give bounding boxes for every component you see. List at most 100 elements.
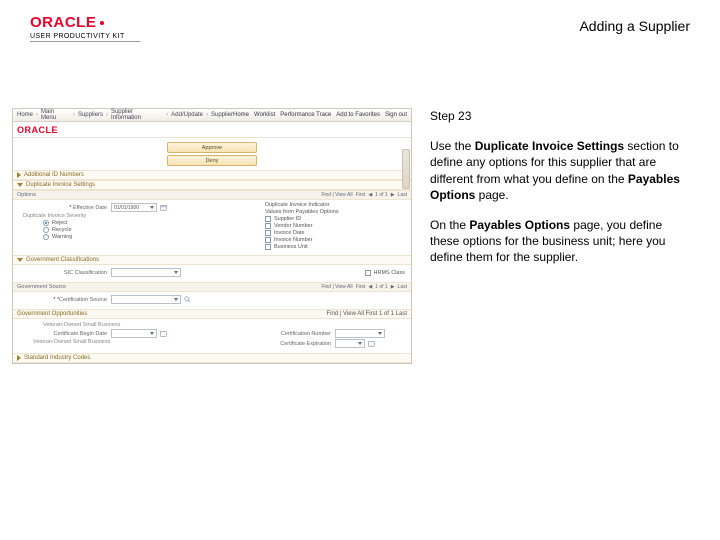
checkbox-icon [265,216,271,222]
oracle-dot-icon [100,21,104,25]
nav-next-icon[interactable]: ▶ [391,284,395,290]
veteran-label-2: Veteran-Owned Small Business [23,339,247,345]
dup-opt-supplier-id[interactable]: Supplier ID [265,216,405,222]
sic-class-select[interactable] [111,268,181,277]
crumb[interactable]: Suppliers [78,112,103,118]
menu-home[interactable]: Home [233,112,249,118]
nav-first[interactable]: First [356,284,366,290]
nav-first[interactable]: First [356,192,366,198]
section-label: Government Classifications [26,257,99,263]
page-title: Adding a Supplier [579,18,690,34]
crumb[interactable]: Supplier [211,112,233,118]
embedded-app: Home› Main Menu› Suppliers› Supplier Inf… [12,108,412,364]
section-label: Standard Industry Codes [24,355,90,361]
lookup-icon[interactable] [184,296,191,303]
logo-block: ORACLE USER PRODUCTIVITY KIT [30,14,140,42]
checkbox-icon [265,230,271,236]
chevron-down-icon [17,258,23,262]
calendar-icon[interactable] [160,204,167,211]
section-gov-oppo[interactable]: Government Opportunities Find | View All… [13,309,411,319]
nav-next-icon[interactable]: ▶ [391,192,395,198]
hrms-class-check[interactable]: HRMS Class [365,270,405,276]
section-duplicate-invoice[interactable]: Duplicate Invoice Settings [13,180,411,190]
divider [30,41,140,42]
section-label: Duplicate Invoice Settings [26,182,95,188]
menu-trace[interactable]: Performance Trace [280,112,331,118]
checkbox-icon [265,237,271,243]
checkbox-icon [265,223,271,229]
severity-reject[interactable]: Reject [43,220,247,226]
section-sic[interactable]: Standard Industry Codes [13,353,411,363]
cert-begin-field[interactable] [111,329,157,338]
govsource-label: Government Source [17,284,66,290]
breadcrumb: Home› Main Menu› Suppliers› Supplier Inf… [17,109,233,121]
radio-on-icon [43,220,49,226]
dup-indicator-title: Duplicate Invoice Indicator [265,202,405,208]
nav-first[interactable]: First [366,311,378,317]
crumb[interactable]: Home [17,112,33,118]
calendar-icon[interactable] [160,330,167,337]
severity-recycle[interactable]: Recycle [43,227,247,233]
find-link[interactable]: Find | View All [326,311,363,317]
nav-last[interactable]: Last [398,192,407,198]
nav-last[interactable]: Last [398,284,407,290]
cert-exp-field[interactable] [335,339,365,348]
dup-values-from: Values from Payables Options [265,209,405,215]
cert-num-field[interactable] [335,329,385,338]
crumb[interactable]: Add/Update [171,112,203,118]
cert-num-label: Certification Number [265,331,335,337]
options-toolbar: Options Find | View All First ◀ 1 of 1 ▶… [13,190,411,200]
section-gov-class[interactable]: Government Classifications [13,255,411,265]
govsource-toolbar: Government Source Find | View All First … [13,282,411,292]
nav-info: 1 of 1 [379,311,394,317]
find-viewall[interactable]: Find | View All [321,284,352,290]
nav-info: 1 of 1 [375,284,388,290]
chevron-right-icon [17,355,21,361]
veteran-label: Veteran-Owned Small Business [23,322,247,328]
top-menu: Home Worklist Performance Trace Add to F… [233,112,407,118]
checkbox-icon [265,244,271,250]
chevron-right-icon [17,172,21,178]
nav-info: 1 of 1 [375,192,388,198]
app-oracle-logo: ORACLE [17,125,58,135]
options-label: Options [17,192,36,198]
dup-opt-bu[interactable]: Business Unit [265,244,405,250]
section-additional-id[interactable]: Additional ID Numbers [13,170,411,180]
nav-last[interactable]: Last [396,311,407,317]
oracle-word: ORACLE [30,14,96,31]
severity-warning[interactable]: Warning [43,234,247,240]
checkbox-icon [365,270,371,276]
calendar-icon[interactable] [368,340,375,347]
step-label: Step 23 [430,108,690,124]
scrollbar-thumb[interactable] [402,149,410,189]
cert-source-select[interactable] [111,295,181,304]
crumb[interactable]: Supplier Information [111,109,163,121]
section-label: Government Opportunities [17,311,87,317]
nav-prev-icon[interactable]: ◀ [368,284,372,290]
find-link[interactable]: Find | View All [321,192,352,198]
nav-prev-icon[interactable]: ◀ [368,192,372,198]
cert-begin-label: Certificate Begin Date [23,331,111,337]
dup-opt-invoice-date[interactable]: Invoice Date [265,230,405,236]
menu-fav[interactable]: Add to Favorites [336,112,380,118]
approve-button[interactable]: Approve [167,142,257,153]
section-label: Additional ID Numbers [24,172,84,178]
dup-opt-invoice-num[interactable]: Invoice Number [265,237,405,243]
cert-source-label: *Certification Source [23,297,111,303]
menu-signout[interactable]: Sign out [385,112,407,118]
dup-opt-vendor-num[interactable]: Vendor Number [265,223,405,229]
crumb[interactable]: Main Menu [41,109,70,121]
radio-off-icon [43,227,49,233]
sic-class-label: SIC Classification [23,270,111,276]
record-nav: Find | View All First ◀ 1 of 1 ▶ Last [321,192,407,198]
instruction-p2: On the Payables Options page, you define… [430,217,690,266]
radio-off-icon [43,234,49,240]
instruction-panel: Step 23 Use the Duplicate Invoice Settin… [430,108,690,364]
effective-date-field[interactable]: 01/01/1900 [111,203,157,212]
instruction-p1: Use the Duplicate Invoice Settings secti… [430,138,690,203]
chevron-down-icon [17,183,23,187]
app-topbar: Home› Main Menu› Suppliers› Supplier Inf… [13,109,411,122]
deny-button[interactable]: Deny [167,155,257,166]
cert-exp-label: Certificate Expiration [265,341,335,347]
menu-worklist[interactable]: Worklist [254,112,275,118]
